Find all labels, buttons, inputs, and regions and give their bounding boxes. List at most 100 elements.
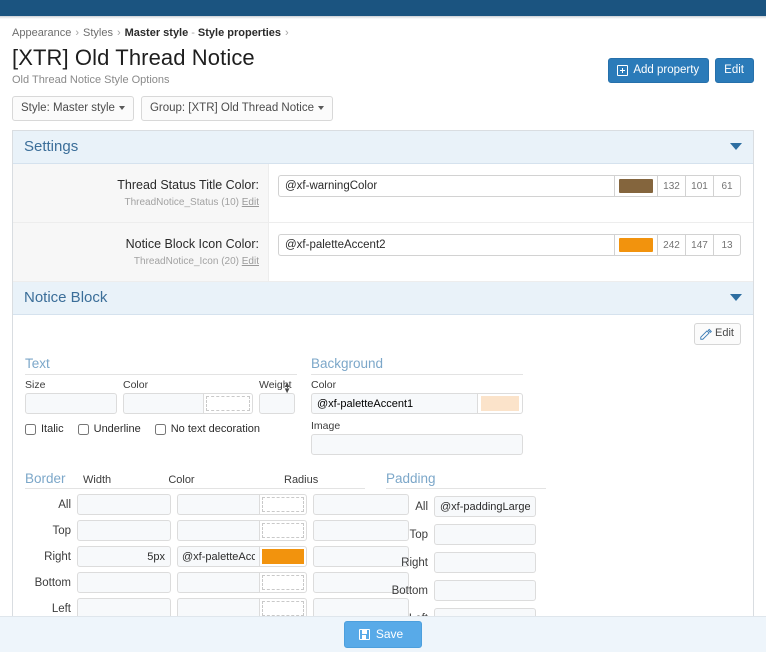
underline-label: Underline bbox=[94, 423, 141, 435]
border-row-label: All bbox=[25, 499, 77, 511]
pencil-icon bbox=[700, 328, 712, 340]
border-color-swatch bbox=[262, 575, 304, 590]
breadcrumb-item-appearance[interactable]: Appearance bbox=[12, 27, 71, 39]
padding-row: Bottom bbox=[386, 580, 546, 601]
border-color-control bbox=[177, 520, 307, 541]
no-text-decoration-checkbox[interactable] bbox=[155, 424, 166, 435]
settings-section-header[interactable]: Settings bbox=[13, 131, 753, 164]
border-color-input[interactable] bbox=[177, 520, 259, 541]
notice-block-section-header[interactable]: Notice Block bbox=[13, 282, 753, 315]
border-color-swatch bbox=[262, 497, 304, 512]
setting-label: Notice Block Icon Color: bbox=[22, 236, 259, 252]
text-background-columns: Text Size Color bbox=[25, 356, 741, 457]
border-group-title: Border bbox=[25, 471, 83, 486]
setting-edit-link[interactable]: Edit bbox=[242, 256, 259, 267]
caret-down-icon[interactable] bbox=[730, 294, 742, 301]
background-image-input[interactable] bbox=[311, 434, 523, 455]
text-weight-label: Weight bbox=[259, 378, 295, 393]
text-color-input[interactable] bbox=[123, 393, 203, 414]
style-filter-label: Style: Master style bbox=[21, 102, 115, 114]
background-color-swatch-button[interactable] bbox=[477, 393, 523, 414]
border-row-label: Right bbox=[25, 551, 77, 563]
border-width-input[interactable] bbox=[77, 572, 171, 593]
setting-field-cell: 242 147 13 bbox=[269, 223, 753, 281]
border-radius-column-header: Radius bbox=[284, 474, 365, 486]
color-blue-value: 61 bbox=[713, 175, 741, 197]
chevron-down-icon bbox=[318, 106, 324, 110]
border-width-input[interactable] bbox=[77, 546, 171, 567]
border-color-swatch-button[interactable] bbox=[259, 546, 307, 567]
border-width-input[interactable] bbox=[77, 520, 171, 541]
padding-row: All bbox=[386, 496, 546, 517]
save-label: Save bbox=[376, 627, 403, 641]
background-color-control bbox=[311, 393, 523, 414]
color-green-value: 147 bbox=[685, 234, 713, 256]
border-width-column-header: Width bbox=[83, 474, 162, 486]
group-filter-dropdown[interactable]: Group: [XTR] Old Thread Notice bbox=[141, 96, 333, 121]
border-row: Right bbox=[25, 546, 365, 567]
text-color-swatch-button[interactable] bbox=[203, 393, 253, 414]
no-text-decoration-checkbox-row[interactable]: No text decoration bbox=[155, 423, 260, 435]
breadcrumb-item-style-properties[interactable]: Style properties bbox=[198, 27, 281, 39]
color-swatch-button[interactable] bbox=[614, 234, 657, 256]
padding-row: Right bbox=[386, 552, 546, 573]
add-property-label: Add property bbox=[633, 63, 699, 77]
text-weight-select[interactable] bbox=[259, 393, 295, 414]
setting-label: Thread Status Title Color: bbox=[22, 177, 259, 193]
border-color-control bbox=[177, 546, 307, 567]
italic-checkbox[interactable] bbox=[25, 424, 36, 435]
notice-block-edit-row: Edit bbox=[25, 323, 741, 345]
notice-block-body: Edit Text Size Color bbox=[13, 315, 753, 652]
style-filter-dropdown[interactable]: Style: Master style bbox=[12, 96, 134, 121]
content-panel: Settings Thread Status Title Color: Thre… bbox=[12, 130, 754, 652]
padding-value-input[interactable] bbox=[434, 552, 536, 573]
background-color-input[interactable] bbox=[311, 393, 477, 414]
padding-value-input[interactable] bbox=[434, 496, 536, 517]
padding-group-header: Padding bbox=[386, 471, 546, 489]
padding-row: Top bbox=[386, 524, 546, 545]
border-color-input[interactable] bbox=[177, 494, 259, 515]
text-color-swatch bbox=[206, 396, 250, 411]
text-group-title: Text bbox=[25, 356, 297, 375]
color-value-input[interactable] bbox=[278, 234, 614, 256]
text-size-input[interactable] bbox=[25, 393, 117, 414]
caret-down-icon[interactable] bbox=[730, 143, 742, 150]
header-actions: Add property Edit bbox=[608, 58, 754, 83]
color-field: 242 147 13 bbox=[278, 234, 741, 256]
border-row: All bbox=[25, 494, 365, 515]
border-rows: AllTopRightBottomLeft bbox=[25, 494, 365, 619]
italic-checkbox-row[interactable]: Italic bbox=[25, 423, 64, 435]
padding-value-input[interactable] bbox=[434, 524, 536, 545]
notice-block-edit-button[interactable]: Edit bbox=[694, 323, 741, 345]
setting-edit-link[interactable]: Edit bbox=[242, 197, 259, 208]
underline-checkbox-row[interactable]: Underline bbox=[78, 423, 141, 435]
admin-page: Appearance›Styles›Master style-Style pro… bbox=[0, 0, 766, 652]
text-fields-row: Size Color Weight bbox=[25, 378, 297, 414]
disk-icon bbox=[359, 629, 370, 640]
border-row-label: Top bbox=[25, 525, 77, 537]
border-group-header: Border Width Color Radius bbox=[25, 471, 365, 489]
border-color-swatch-button[interactable] bbox=[259, 494, 307, 515]
text-size-label: Size bbox=[25, 378, 117, 393]
breadcrumb-item-styles[interactable]: Styles bbox=[83, 27, 113, 39]
italic-label: Italic bbox=[41, 423, 64, 435]
border-width-input[interactable] bbox=[77, 494, 171, 515]
filter-bar: Style: Master style Group: [XTR] Old Thr… bbox=[0, 86, 766, 130]
underline-checkbox[interactable] bbox=[78, 424, 89, 435]
breadcrumb-item-master-style[interactable]: Master style bbox=[125, 27, 189, 39]
color-swatch bbox=[619, 179, 653, 193]
border-color-swatch-button[interactable] bbox=[259, 572, 307, 593]
add-property-button[interactable]: Add property bbox=[608, 58, 709, 83]
color-value-input[interactable] bbox=[278, 175, 614, 197]
border-color-input[interactable] bbox=[177, 572, 259, 593]
setting-property-name: ThreadNotice_Icon (20) bbox=[134, 256, 239, 267]
border-color-swatch-button[interactable] bbox=[259, 520, 307, 541]
text-style-checkboxes: Italic Underline No text decoration bbox=[25, 423, 297, 435]
edit-button[interactable]: Edit bbox=[715, 58, 754, 83]
border-color-input[interactable] bbox=[177, 546, 259, 567]
color-swatch-button[interactable] bbox=[614, 175, 657, 197]
border-color-column-header: Color bbox=[168, 474, 278, 486]
save-button[interactable]: Save bbox=[344, 621, 422, 648]
top-navigation-bar bbox=[0, 0, 766, 16]
padding-value-input[interactable] bbox=[434, 580, 536, 601]
